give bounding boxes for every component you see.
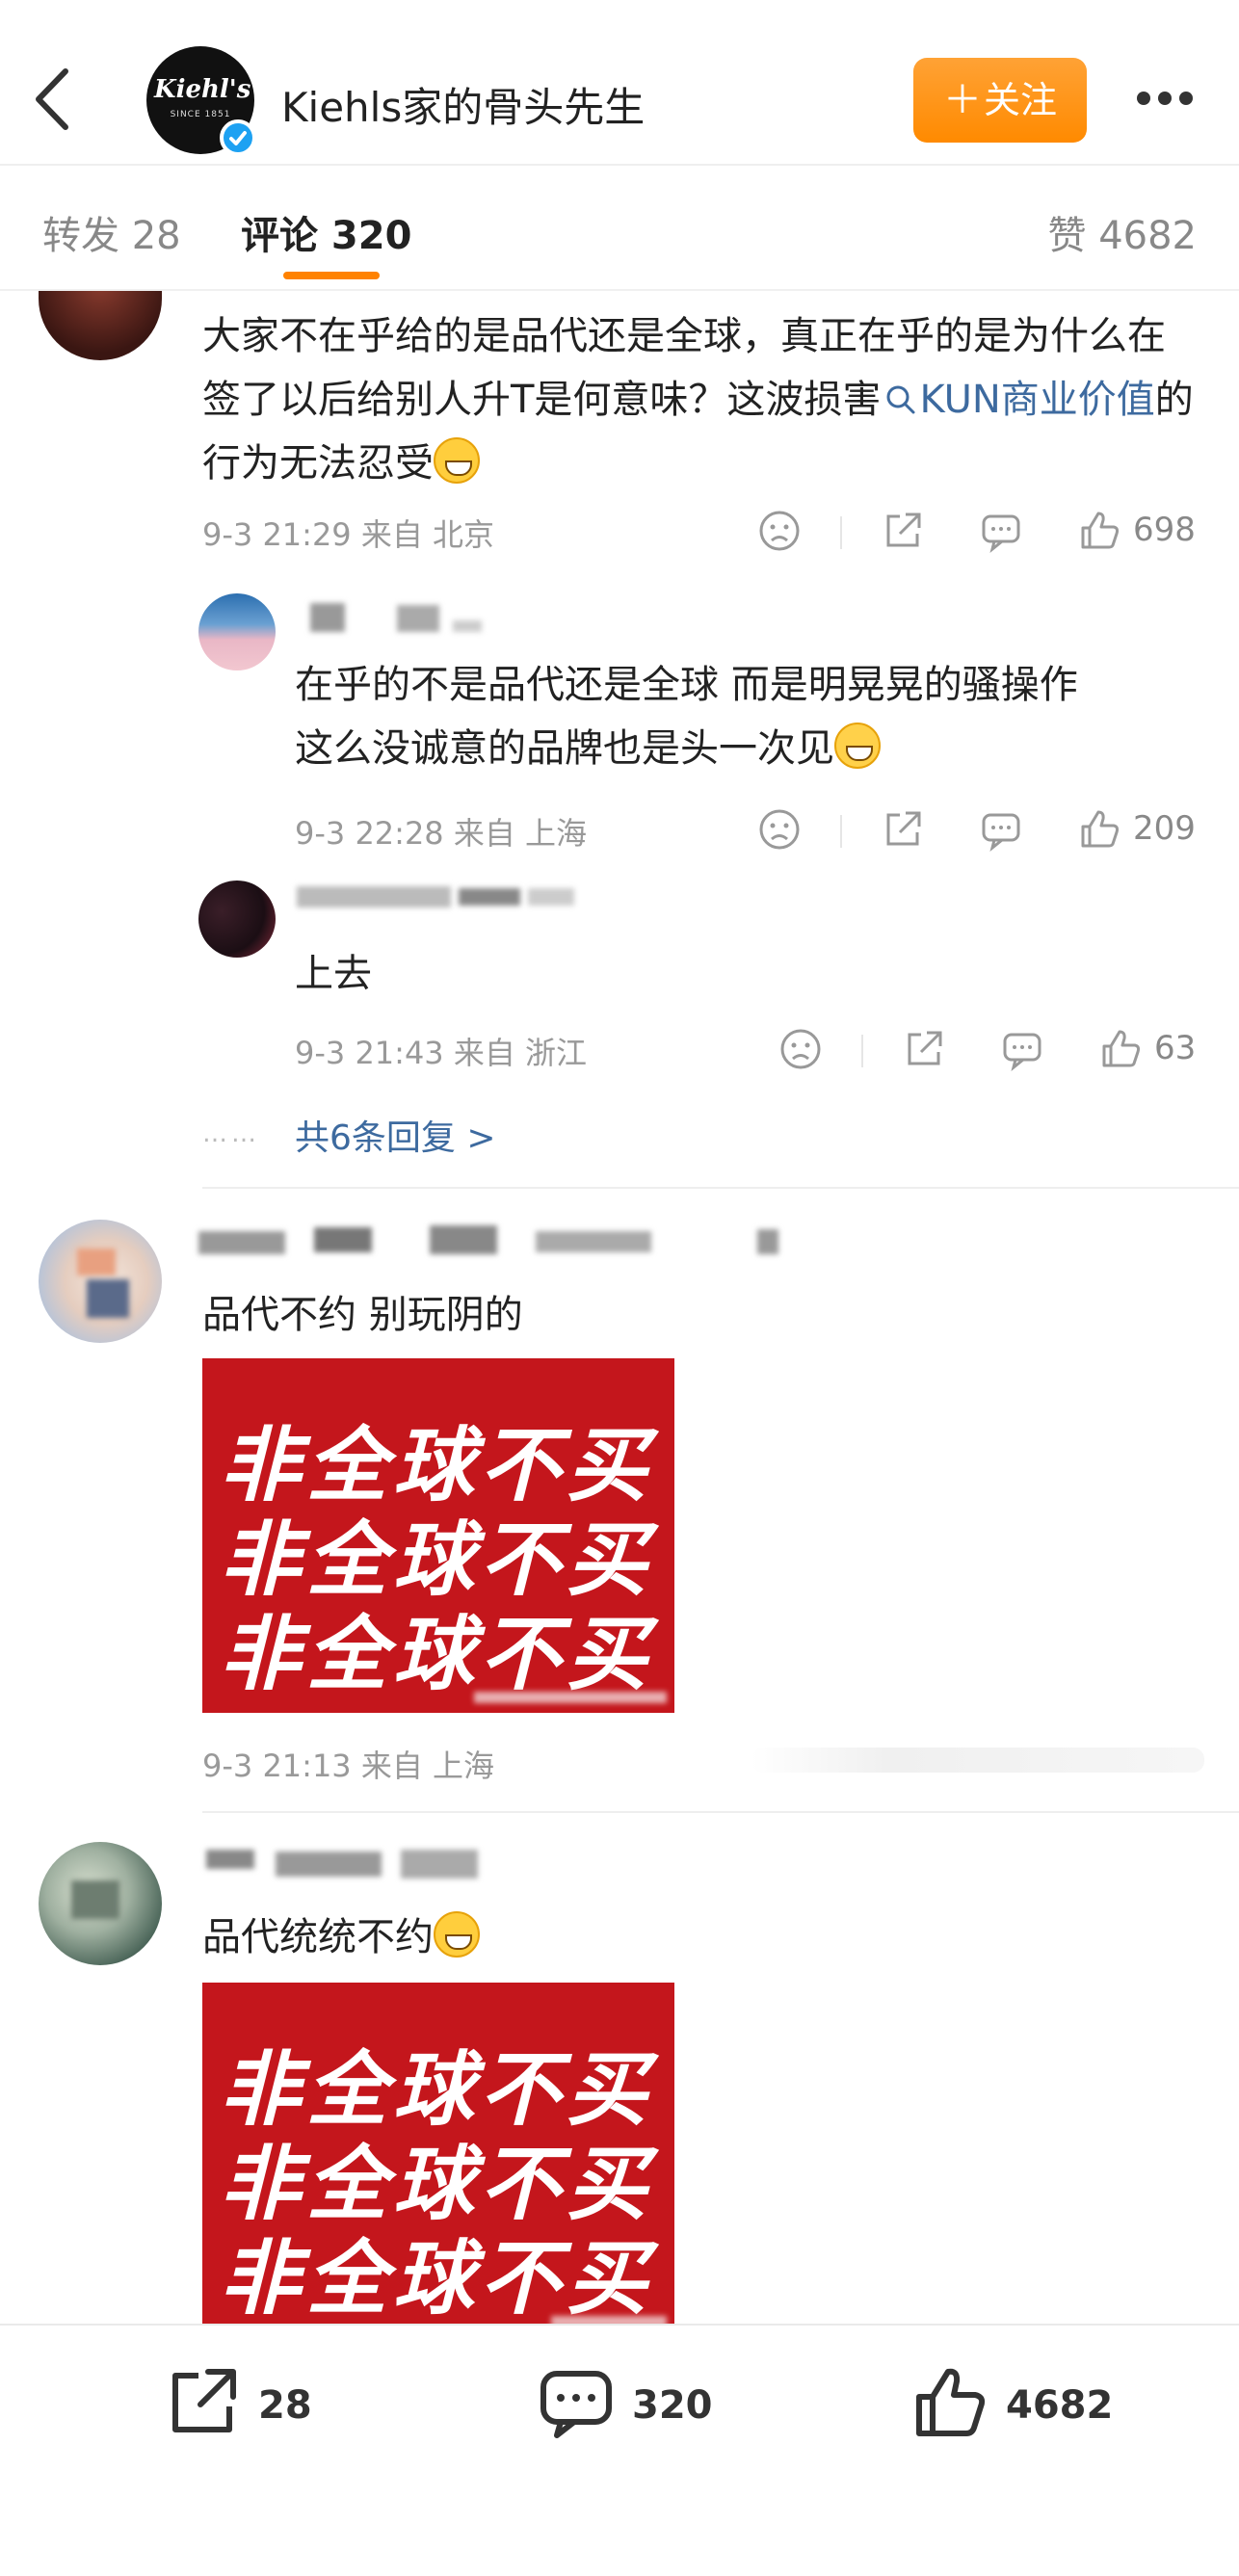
separator: [840, 516, 842, 549]
comment-meta: 9-3 21:29 来自 北京: [202, 516, 495, 553]
more-dot-icon: [1179, 92, 1193, 105]
like-icon[interactable]: [1077, 807, 1121, 852]
share-icon[interactable]: [881, 509, 925, 553]
image-watermark: [551, 2314, 667, 2324]
reply-avatar[interactable]: [198, 593, 276, 670]
reply-actions: 209: [757, 807, 1200, 855]
more-dot-icon: [1137, 92, 1150, 105]
topic-link-label: KUN商业价值: [919, 378, 1155, 422]
comment-divider: [202, 1811, 1239, 1813]
masked-actions: [751, 1748, 1204, 1773]
like-icon[interactable]: [1077, 509, 1121, 553]
tab-reposts[interactable]: 转发 28: [42, 204, 181, 260]
repost-button[interactable]: 28: [164, 2364, 337, 2451]
comment-divider: [202, 1187, 1239, 1189]
image-watermark: [474, 1690, 667, 1707]
top-bar: Kiehl's SINCE 1851 Kiehls家的骨头先生 ＋关注: [0, 0, 1239, 166]
bottom-action-bar: 28 320 4682: [0, 2324, 1239, 2576]
reply-avatar[interactable]: [198, 881, 276, 958]
topic-link[interactable]: KUN商业价值: [881, 378, 1155, 422]
comment-count: 320: [632, 2383, 713, 2428]
reply-meta: 9-3 21:43 来自 浙江: [295, 1035, 588, 1071]
reply-icon[interactable]: [979, 807, 1023, 852]
image-text-line: 非全球不买: [220, 1607, 654, 1701]
account-name[interactable]: Kiehls家的骨头先生: [281, 75, 645, 134]
verified-badge-icon: [220, 119, 256, 156]
commenter-avatar[interactable]: [39, 1842, 162, 1965]
share-icon[interactable]: [881, 807, 925, 852]
reply-text-line: 在乎的不是品代还是全球 而是明晃晃的骚操作: [295, 663, 1078, 707]
more-replies-dots: ……: [202, 1119, 260, 1148]
comment-text: 大家不在乎给的是品代还是全球，真正在乎的是为什么在签了以后给别人升T是何意味？这…: [202, 304, 1200, 495]
repost-count: 28: [258, 2383, 312, 2428]
reply-text: 上去: [295, 952, 372, 996]
share-icon: [172, 2369, 236, 2432]
dislike-icon[interactable]: [778, 1027, 823, 1071]
account-avatar[interactable]: Kiehl's SINCE 1851: [146, 46, 256, 156]
comment-image[interactable]: 非全球不买 非全球不买 非全球不买: [202, 1358, 674, 1713]
like-icon: [916, 2368, 986, 2436]
more-dot-icon: [1158, 92, 1172, 105]
reply-username-masked: [289, 597, 501, 636]
grin-emoji-icon: [434, 1911, 480, 1958]
back-button[interactable]: [31, 66, 73, 133]
comment-text: 品代不约 别玩阴的: [202, 1293, 523, 1337]
reply-text-line-2: 这么没诚意的品牌也是头一次见: [295, 717, 1200, 780]
like-icon[interactable]: [1098, 1027, 1143, 1071]
comment-meta: 9-3 21:13 来自 上海: [202, 1748, 495, 1784]
reply-actions: 63: [778, 1027, 1202, 1075]
follow-button[interactable]: ＋关注: [913, 58, 1087, 143]
commenter-avatar[interactable]: [39, 1220, 162, 1343]
commenter-username-masked: [198, 1222, 796, 1260]
tab-likes[interactable]: 赞 4682: [1047, 204, 1197, 260]
view-more-replies-link[interactable]: 共6条回复 >: [295, 1110, 496, 1160]
more-options-button[interactable]: [1137, 91, 1202, 110]
separator: [861, 1035, 863, 1067]
like-count: 698: [1133, 511, 1196, 549]
halo-emoji-icon: [834, 723, 881, 769]
brand-since-text: SINCE 1851: [170, 110, 231, 119]
reply-icon[interactable]: [979, 509, 1023, 553]
dislike-icon[interactable]: [757, 807, 802, 852]
share-icon[interactable]: [902, 1027, 946, 1071]
brand-logo-text: Kiehl's: [154, 75, 251, 104]
reply-text: 在乎的不是品代还是全球 而是明晃晃的骚操作 这么没诚意的品牌也是头一次见: [295, 653, 1200, 780]
dislike-icon[interactable]: [757, 509, 802, 553]
comment-list: 大家不在乎给的是品代还是全球，真正在乎的是为什么在签了以后给别人升T是何意味？这…: [0, 291, 1239, 2324]
reply-icon[interactable]: [1000, 1027, 1044, 1071]
comment-image[interactable]: 非全球不买 非全球不买 非全球不买: [202, 1983, 674, 2324]
reply-meta: 9-3 22:28 来自 上海: [295, 815, 588, 852]
comment-text: 品代统统不约: [202, 1906, 1200, 1969]
search-icon: [886, 385, 915, 414]
comment-icon: [540, 2371, 612, 2438]
separator: [840, 815, 842, 848]
active-tab-indicator: [283, 272, 380, 279]
like-button[interactable]: 4682: [911, 2364, 1143, 2451]
commenter-username-masked: [198, 1844, 507, 1882]
comment-text-part: 品代统统不约: [202, 1915, 434, 1959]
like-count: 4682: [1006, 2383, 1114, 2428]
follow-label: 关注: [983, 79, 1057, 121]
comment-button[interactable]: 320: [538, 2364, 730, 2451]
like-count: 209: [1133, 809, 1196, 848]
like-count: 63: [1154, 1029, 1197, 1067]
image-text-line: 非全球不买: [220, 2231, 654, 2324]
tab-comments[interactable]: 评论 320: [241, 204, 411, 260]
reply-username-masked: [289, 884, 597, 923]
commenter-avatar[interactable]: [39, 291, 162, 360]
grin-emoji-icon: [434, 437, 480, 484]
tab-bar: 转发 28 评论 320 赞 4682: [0, 166, 1239, 291]
plus-icon: ＋: [942, 78, 982, 122]
comment-actions: 698: [757, 509, 1200, 557]
chevron-left-icon: [36, 68, 68, 130]
